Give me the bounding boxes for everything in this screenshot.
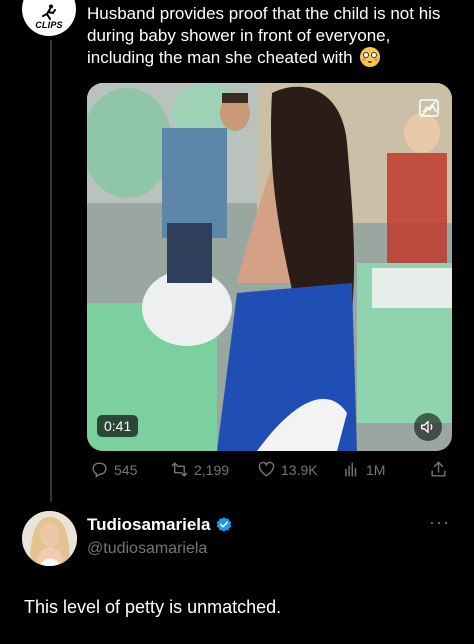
video-player[interactable]: 0:41 <box>87 83 452 451</box>
flushed-face-icon <box>360 47 381 67</box>
retweet-button[interactable]: 2,199 <box>170 460 229 479</box>
share-icon <box>431 461 446 477</box>
retweet-icon <box>171 462 188 477</box>
retweet-count: 2,199 <box>194 461 230 478</box>
tweet-text: Husband provides proof that the child is… <box>87 3 462 69</box>
views-count: 1M <box>366 461 386 478</box>
reply-count: 545 <box>114 461 138 478</box>
reply-name-text: Tudiosamariela <box>87 515 211 534</box>
share-button[interactable] <box>429 460 448 479</box>
clips-brand-label: CLIPS <box>35 20 63 30</box>
sensitive-media-icon[interactable] <box>418 97 440 119</box>
video-frame <box>87 83 452 451</box>
views-icon <box>345 462 357 477</box>
views-button[interactable]: 1M <box>342 460 385 479</box>
reply-display-name[interactable]: Tudiosamariela <box>87 515 233 535</box>
reply-avatar[interactable] <box>22 511 77 566</box>
video-duration-badge: 0:41 <box>97 415 139 437</box>
heart-icon <box>258 461 275 477</box>
reply-button[interactable]: 545 <box>90 460 137 479</box>
tweet-action-bar: 545 2,199 13.9K 1M <box>87 460 457 482</box>
speaker-icon[interactable] <box>414 413 442 441</box>
reply-icon <box>92 462 107 479</box>
more-options-icon[interactable]: ··· <box>429 512 450 533</box>
verified-badge-icon <box>217 517 232 532</box>
thread-connector-line <box>50 40 52 502</box>
like-count: 13.9K <box>281 461 318 478</box>
clips-avatar[interactable]: CLIPS <box>22 0 76 36</box>
running-figure-icon <box>39 4 59 20</box>
reply-handle[interactable]: @tudiosamariela <box>87 540 207 558</box>
like-button[interactable]: 13.9K <box>257 460 318 479</box>
tweet-body: Husband provides proof that the child is… <box>87 4 441 67</box>
reply-text: This level of petty is unmatched. <box>24 597 282 617</box>
